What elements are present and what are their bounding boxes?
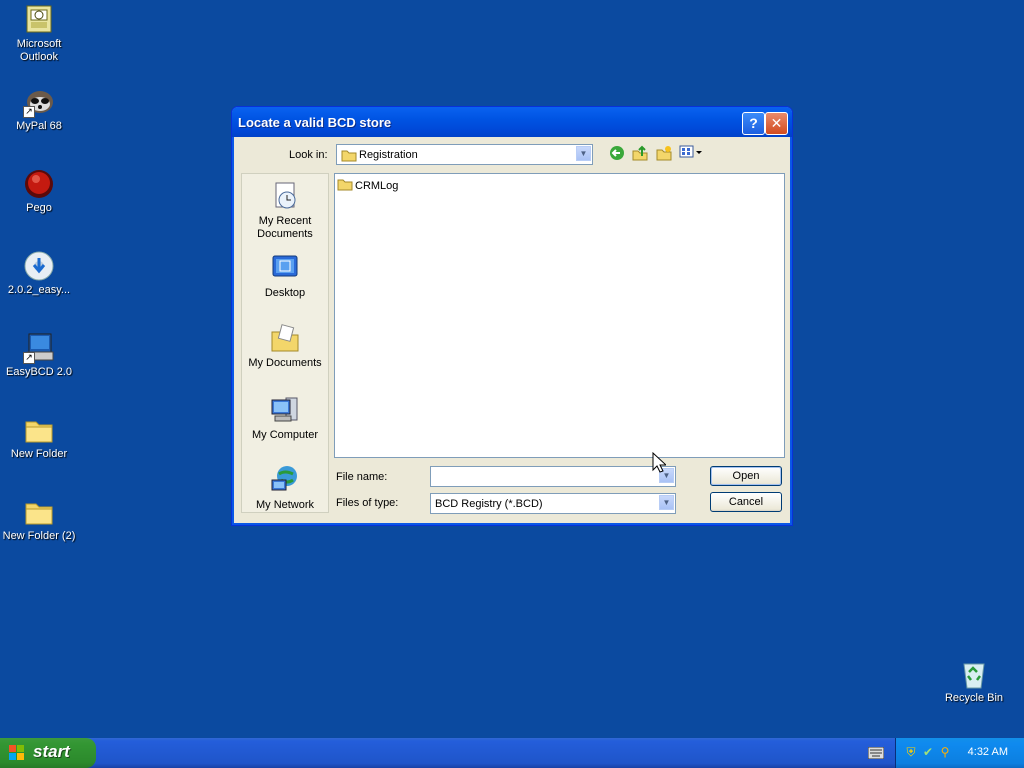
- desktop-icon-new-folder-2[interactable]: New Folder (2): [0, 496, 78, 543]
- desktop-icon-label: New Folder (2): [2, 530, 76, 542]
- network-icon[interactable]: ✔: [921, 745, 935, 759]
- place-desktop[interactable]: Desktop: [242, 252, 328, 300]
- place-my-documents[interactable]: My Documents: [242, 322, 328, 370]
- look-in-dropdown[interactable]: Registration ▼: [336, 144, 593, 165]
- taskbar: start ⛨ ✔ ⚲ 4:32 AM: [0, 738, 1024, 768]
- file-list[interactable]: CRMLog: [334, 173, 785, 458]
- desktop-icon-label: EasyBCD 2.0: [5, 366, 73, 378]
- place-label: Desktop: [264, 287, 306, 299]
- my-network-icon: [269, 464, 301, 496]
- desktop-icon-label: MyPal 68: [16, 120, 62, 132]
- chevron-down-icon[interactable]: ▼: [576, 146, 591, 161]
- desktop-icon-outlook[interactable]: Microsoft Outlook: [0, 4, 78, 64]
- close-icon: ✕: [770, 115, 783, 131]
- new-folder-button[interactable]: [654, 145, 674, 163]
- my-computer-icon: [269, 394, 301, 426]
- open-file-dialog: Locate a valid BCD store ? ✕ Look in: Re…: [231, 106, 793, 526]
- file-name: CRMLog: [355, 180, 399, 192]
- desktop-icon-label: Microsoft Outlook: [16, 38, 62, 63]
- system-tray: ⛨ ✔ ⚲ 4:32 AM: [895, 738, 1024, 768]
- help-button[interactable]: ?: [742, 112, 765, 135]
- place-my-recent-documents[interactable]: My Recent Documents: [242, 180, 328, 241]
- installer-icon: [23, 250, 55, 282]
- up-folder-icon: [632, 145, 648, 161]
- desktop-icon-pego[interactable]: Pego: [0, 168, 78, 215]
- place-my-computer[interactable]: My Computer: [242, 394, 328, 442]
- desktop-icon-easybcd[interactable]: ↗ EasyBCD 2.0: [0, 332, 78, 379]
- desktop-icon-label: 2.0.2_easy...: [7, 284, 71, 296]
- desktop-icon-mypal[interactable]: ↗ MyPal 68: [0, 86, 78, 133]
- desktop-icon-new-folder[interactable]: New Folder: [0, 414, 78, 461]
- folder-icon: [341, 149, 357, 165]
- files-of-type-value: BCD Registry (*.BCD): [435, 498, 543, 510]
- keyboard-icon[interactable]: [868, 747, 884, 759]
- search-icon[interactable]: ⚲: [938, 745, 952, 759]
- place-my-network[interactable]: My Network: [242, 464, 328, 512]
- look-in-label: Look in:: [289, 149, 328, 161]
- list-item[interactable]: CRMLog: [337, 178, 398, 194]
- file-name-label: File name:: [336, 471, 388, 483]
- back-arrow-icon: [610, 146, 624, 160]
- place-label: My Computer: [251, 429, 319, 441]
- windows-logo-icon: [9, 745, 24, 760]
- shortcut-arrow-icon: ↗: [23, 352, 35, 364]
- view-menu-button[interactable]: [678, 145, 704, 163]
- pego-icon: [23, 168, 55, 200]
- folder-icon: [337, 178, 353, 194]
- recent-documents-icon: [269, 180, 301, 212]
- files-of-type-dropdown[interactable]: BCD Registry (*.BCD) ▼: [430, 493, 676, 514]
- close-button[interactable]: ✕: [765, 112, 788, 135]
- back-button[interactable]: [607, 145, 627, 163]
- my-documents-icon: [269, 322, 301, 354]
- desktop-icon-installer[interactable]: 2.0.2_easy...: [0, 250, 78, 297]
- new-folder-icon: [656, 146, 672, 161]
- cancel-button[interactable]: Cancel: [710, 492, 782, 512]
- start-label: start: [33, 742, 70, 761]
- folder-icon: [23, 414, 55, 446]
- look-in-value: Registration: [359, 149, 418, 161]
- place-label: My Recent Documents: [257, 215, 313, 240]
- file-name-input[interactable]: ▼: [430, 466, 676, 487]
- security-shield-icon[interactable]: ⛨: [904, 745, 918, 759]
- easybcd-icon: ↗: [23, 332, 55, 364]
- shortcut-arrow-icon: ↗: [23, 106, 35, 118]
- place-label: My Network: [255, 499, 315, 511]
- desktop-icon-label: Pego: [26, 202, 52, 214]
- place-label: My Documents: [248, 357, 322, 369]
- up-folder-button[interactable]: [630, 145, 650, 163]
- start-button[interactable]: start: [0, 738, 96, 768]
- dialog-titlebar[interactable]: Locate a valid BCD store ? ✕: [232, 107, 792, 137]
- places-bar: My Recent Documents Desktop My Documents…: [241, 173, 329, 513]
- views-icon: [679, 145, 702, 158]
- dialog-body: Look in: Registration ▼ My Recent Docume…: [235, 137, 789, 522]
- desktop-icon-label: New Folder: [10, 448, 68, 460]
- desktop-icon-label: Recycle Bin: [944, 692, 1004, 704]
- recycle-bin-icon: [958, 658, 990, 690]
- dialog-title: Locate a valid BCD store: [238, 115, 392, 130]
- chevron-down-icon[interactable]: ▼: [659, 495, 674, 510]
- desktop-place-icon: [269, 252, 301, 284]
- outlook-icon: [23, 4, 55, 36]
- help-icon: ?: [749, 115, 758, 131]
- open-button[interactable]: Open: [710, 466, 782, 486]
- mouse-cursor-icon: [652, 452, 666, 473]
- clock[interactable]: 4:32 AM: [968, 746, 1008, 758]
- files-of-type-label: Files of type:: [336, 497, 399, 509]
- folder-icon: [23, 496, 55, 528]
- desktop-icon-recycle-bin[interactable]: Recycle Bin: [935, 658, 1013, 705]
- mypal-icon: ↗: [23, 86, 55, 118]
